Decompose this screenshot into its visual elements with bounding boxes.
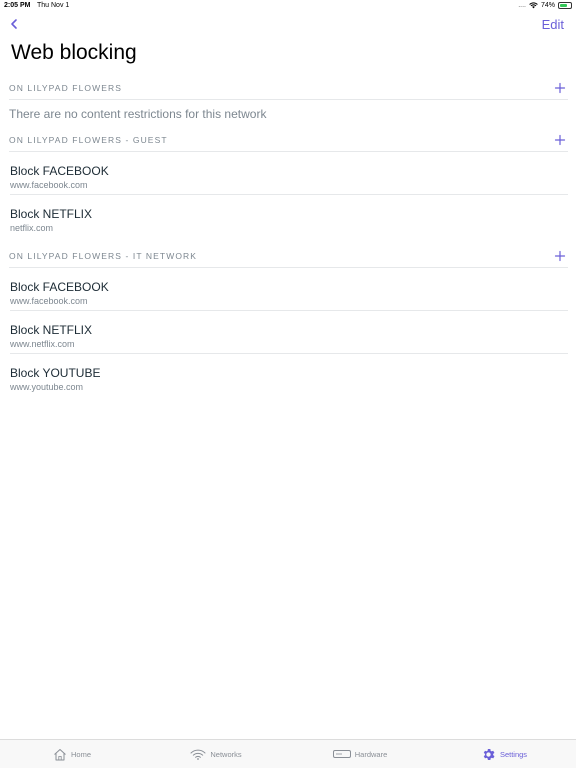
list-item[interactable]: Block FACEBOOK www.facebook.com [10,152,568,195]
tab-home[interactable]: Home [0,740,144,768]
section-title: ON LILYPAD FLOWERS - IT NETWORK [9,251,198,261]
item-url: www.facebook.com [10,180,88,190]
gear-icon [483,748,495,760]
list-item[interactable]: Block FACEBOOK www.facebook.com [10,268,568,311]
status-right: .... 74% [518,2,572,9]
add-restriction-button[interactable] [554,81,566,94]
page-title: Web blocking [11,41,137,64]
chevron-left-icon [11,19,17,29]
list-item[interactable]: Block NETFLIX netflix.com [10,195,568,238]
edit-button[interactable]: Edit [542,17,564,32]
section-title: ON LILYPAD FLOWERS - GUEST [9,135,168,145]
battery-percent: 74% [540,2,555,9]
item-title: Block NETFLIX [10,323,93,337]
hardware-icon [332,750,351,758]
status-time: 2:05 PM [4,2,31,9]
screen: 2:05 PM Thu Nov 1 .... 74% Edit Web bloc… [0,0,576,768]
tab-label: Networks [210,749,242,759]
status-date: Thu Nov 1 [37,2,70,9]
home-icon [54,748,66,760]
status-bar: 2:05 PM Thu Nov 1 .... 74% [0,0,576,12]
item-title: Block FACEBOOK [10,280,109,294]
plus-icon [554,134,566,146]
battery-icon [558,2,572,9]
plus-icon [554,82,566,94]
content-list: ON LILYPAD FLOWERS There are no content … [0,78,576,397]
tab-label: Settings [499,749,528,759]
item-url: www.facebook.com [10,296,88,306]
empty-message: There are no content restrictions for th… [9,107,267,121]
item-url: www.netflix.com [10,339,75,349]
tab-bar: Home Networks Hardware Settings [0,739,576,768]
tab-label: Hardware [354,749,388,759]
item-title: Block FACEBOOK [10,164,109,178]
tab-label: Home [70,749,91,759]
section-title: ON LILYPAD FLOWERS [9,83,123,93]
list-item[interactable]: Block YOUTUBE www.youtube.com [10,354,568,397]
section-header-it-network: ON LILYPAD FLOWERS - IT NETWORK [9,246,568,268]
item-title: Block YOUTUBE [10,366,101,380]
battery-level [560,4,568,7]
section-header-lilypad: ON LILYPAD FLOWERS [9,78,568,100]
tab-hardware[interactable]: Hardware [288,740,432,768]
add-restriction-button[interactable] [554,249,566,262]
item-url: netflix.com [10,223,54,233]
item-title: Block NETFLIX [10,207,93,221]
wifi-status-icon [529,2,538,9]
tab-networks[interactable]: Networks [144,740,288,768]
plus-icon [554,250,566,262]
tab-settings[interactable]: Settings [432,740,576,768]
list-item[interactable]: Block NETFLIX www.netflix.com [10,311,568,354]
back-button[interactable] [8,16,22,32]
item-url: www.youtube.com [10,382,84,392]
add-restriction-button[interactable] [554,133,566,146]
section-header-guest: ON LILYPAD FLOWERS - GUEST [9,130,568,152]
signal-dots: .... [518,2,526,9]
wifi-icon [190,749,206,760]
